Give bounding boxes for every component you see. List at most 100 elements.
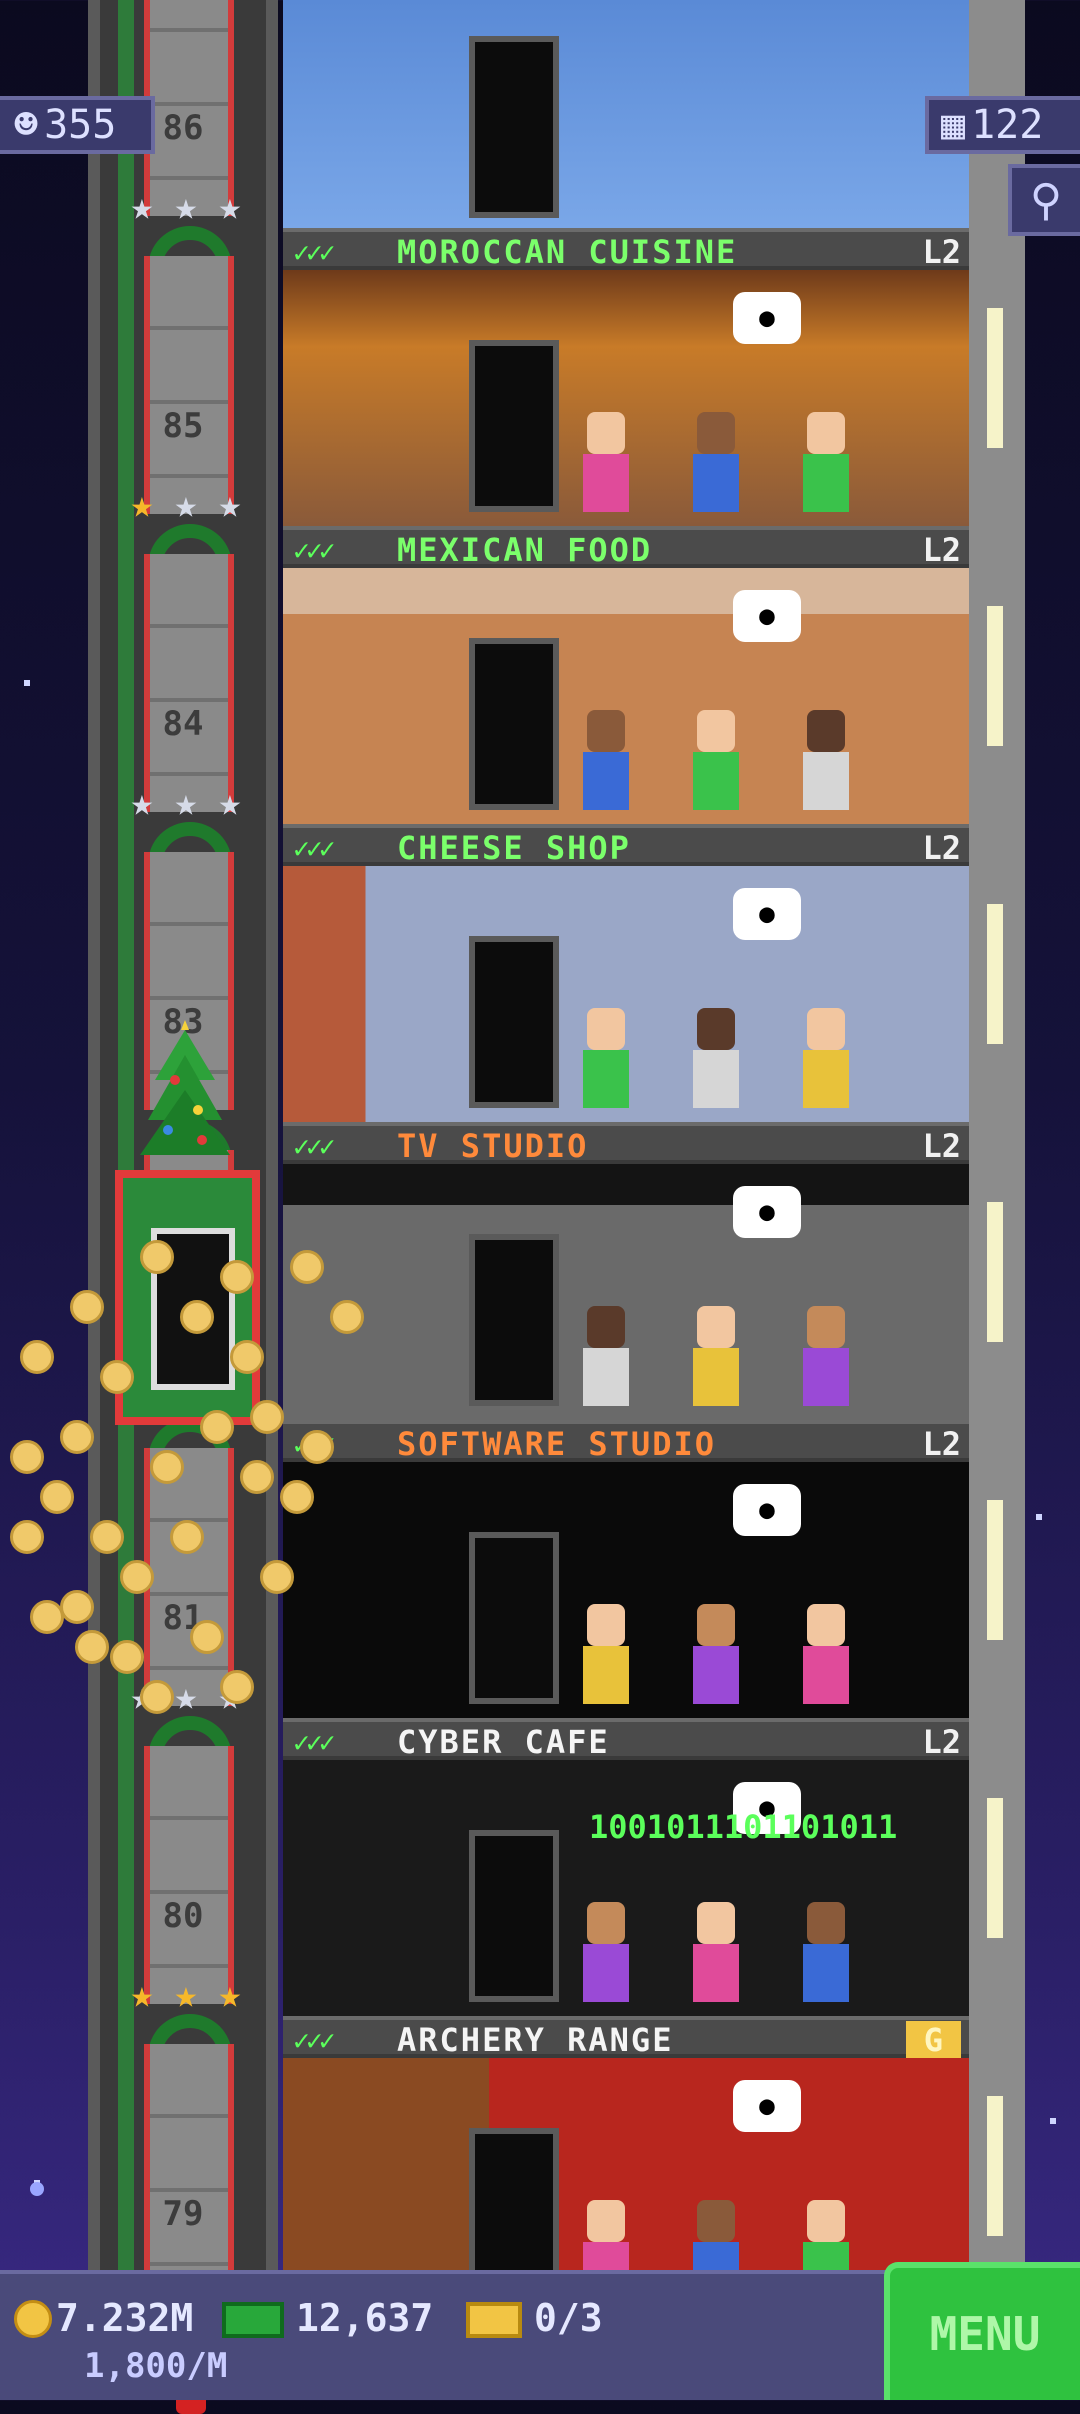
flying-coin: [75, 1630, 109, 1664]
resident[interactable]: [583, 412, 629, 512]
gold-star-icon: ★: [130, 1972, 154, 2016]
background-star: [30, 2182, 44, 2196]
flying-coin: [140, 1680, 174, 1714]
floor-room: ●: [283, 1462, 969, 1718]
golden-ticket-icon: [466, 2302, 522, 2338]
resident[interactable]: [583, 1008, 629, 1108]
coin-balance: 7.232M: [56, 2296, 194, 2340]
floor-name-bar: ✓✓✓ MOROCCAN CUISINE L2: [283, 228, 969, 271]
request-bubble[interactable]: ●: [733, 292, 801, 344]
elevator-shaft-cell: [144, 2044, 234, 2302]
request-bubble[interactable]: ●: [733, 888, 801, 940]
silver-star-icon: ★: [174, 780, 198, 824]
flying-coin: [220, 1670, 254, 1704]
floor-door: [469, 1830, 559, 2002]
flying-coin: [180, 1300, 214, 1334]
resident[interactable]: [693, 412, 739, 512]
elevator-shaft-cell: [144, 1746, 234, 2004]
population-badge[interactable]: ☻ 355: [0, 96, 155, 154]
resident[interactable]: [803, 412, 849, 512]
flying-coin: [300, 1430, 334, 1464]
floors-badge[interactable]: ▦ 122: [925, 96, 1080, 154]
flying-coin: [200, 1410, 234, 1444]
resident[interactable]: [803, 1306, 849, 1406]
resident[interactable]: [583, 1306, 629, 1406]
floor-name-bar: ✓✓✓ ARCHERY RANGE G: [283, 2016, 969, 2059]
silver-star-icon: ★: [174, 184, 198, 228]
floor-moroccan[interactable]: ✓✓✓ MOROCCAN CUISINE L2 ●: [283, 228, 969, 526]
resident[interactable]: [803, 1008, 849, 1108]
flying-coin: [220, 1260, 254, 1294]
flying-coin: [40, 1480, 74, 1514]
request-bubble[interactable]: ●: [733, 1186, 801, 1238]
floor-star-rating: ★ ★ ★: [122, 186, 252, 230]
wall-light: [987, 904, 1003, 1044]
floor-star-rating: ★ ★ ★: [122, 782, 252, 826]
resident[interactable]: [583, 1902, 629, 2002]
building-wall: [969, 228, 1025, 526]
flying-coin: [30, 1600, 64, 1634]
building-wall: [969, 526, 1025, 824]
resident[interactable]: [693, 1306, 739, 1406]
coin-rate: 1,800/M: [84, 2346, 228, 2386]
floor-room: ● 1001011101101011: [283, 1760, 969, 2016]
wall-light: [987, 2096, 1003, 2236]
christmas-tree: [140, 1020, 230, 1155]
resident[interactable]: [693, 1604, 739, 1704]
floor-name: CYBER CAFE: [397, 1723, 610, 1761]
resident[interactable]: [803, 710, 849, 810]
building-wall: [969, 824, 1025, 1122]
floor-level: L2: [922, 1425, 961, 1463]
request-bubble[interactable]: ●: [733, 590, 801, 642]
flying-coin: [70, 1290, 104, 1324]
floor-checkmarks: ✓✓✓: [293, 534, 336, 567]
floor-software[interactable]: ✓✓✓SOFTWARE STUDIOL2 ●: [283, 1420, 969, 1718]
floor-name-bar: ✓✓✓SOFTWARE STUDIOL2: [283, 1420, 969, 1463]
resident[interactable]: [693, 1902, 739, 2002]
menu-button-label: MENU: [929, 2307, 1041, 2361]
floor-name-bar: ✓✓✓ CHEESE SHOP L2: [283, 824, 969, 867]
floor-level: L2: [922, 1723, 961, 1761]
elevator-shaft-cell: [144, 256, 234, 514]
gold-star-icon: ★: [218, 1972, 242, 2016]
floor-name: TV STUDIO: [397, 1127, 589, 1165]
search-button[interactable]: ⚲: [1008, 164, 1080, 236]
floor-door: [469, 1234, 559, 1406]
gold-star-icon: ★: [130, 482, 154, 526]
floor-checkmarks: ✓✓✓: [293, 832, 336, 865]
elevator-shaft-cell: [144, 1448, 234, 1706]
resident[interactable]: [583, 1604, 629, 1704]
flying-coin: [10, 1440, 44, 1474]
resident[interactable]: [693, 1008, 739, 1108]
floor-room-above[interactable]: [283, 0, 969, 228]
bux-balance: 12,637: [296, 2296, 434, 2340]
menu-button[interactable]: MENU: [884, 2262, 1080, 2400]
floor-door: [469, 340, 559, 512]
shaft-rail-right: [266, 0, 278, 2270]
floor-cheese[interactable]: ✓✓✓ CHEESE SHOP L2 ●: [283, 824, 969, 1122]
request-bubble[interactable]: ●: [733, 2080, 801, 2132]
resident[interactable]: [693, 710, 739, 810]
floor-star-rating: ★ ★ ★: [122, 1974, 252, 2018]
resident[interactable]: [803, 1902, 849, 2002]
elevator-floor-number: 85: [162, 406, 204, 446]
floor-checkmarks: ✓✓✓: [293, 1130, 336, 1163]
floor-door: [469, 638, 559, 810]
flying-coin: [190, 1620, 224, 1654]
floor-checkmarks: ✓✓✓: [293, 2024, 336, 2057]
elevator-car[interactable]: [115, 1170, 260, 1425]
floor-name-bar: ✓✓✓ TV STUDIO L2: [283, 1122, 969, 1165]
resident[interactable]: [583, 710, 629, 810]
floor-name-bar: ✓✓✓ CYBER CAFE L2: [283, 1718, 969, 1761]
silver-star-icon: ★: [130, 780, 154, 824]
floor-mexican[interactable]: ✓✓✓ MEXICAN FOOD L2 ●: [283, 526, 969, 824]
building-icon: ▦: [941, 102, 966, 148]
background-star: [1050, 2118, 1056, 2124]
resident[interactable]: [803, 1604, 849, 1704]
wall-light: [987, 1202, 1003, 1342]
request-bubble[interactable]: ●: [733, 1484, 801, 1536]
search-icon: ⚲: [1029, 174, 1063, 226]
floor-tv[interactable]: ✓✓✓ TV STUDIO L2 ●: [283, 1122, 969, 1420]
gold-star-icon: ★: [174, 1972, 198, 2016]
floor-cyber[interactable]: ✓✓✓ CYBER CAFE L2 ● 1001011101101011: [283, 1718, 969, 2016]
